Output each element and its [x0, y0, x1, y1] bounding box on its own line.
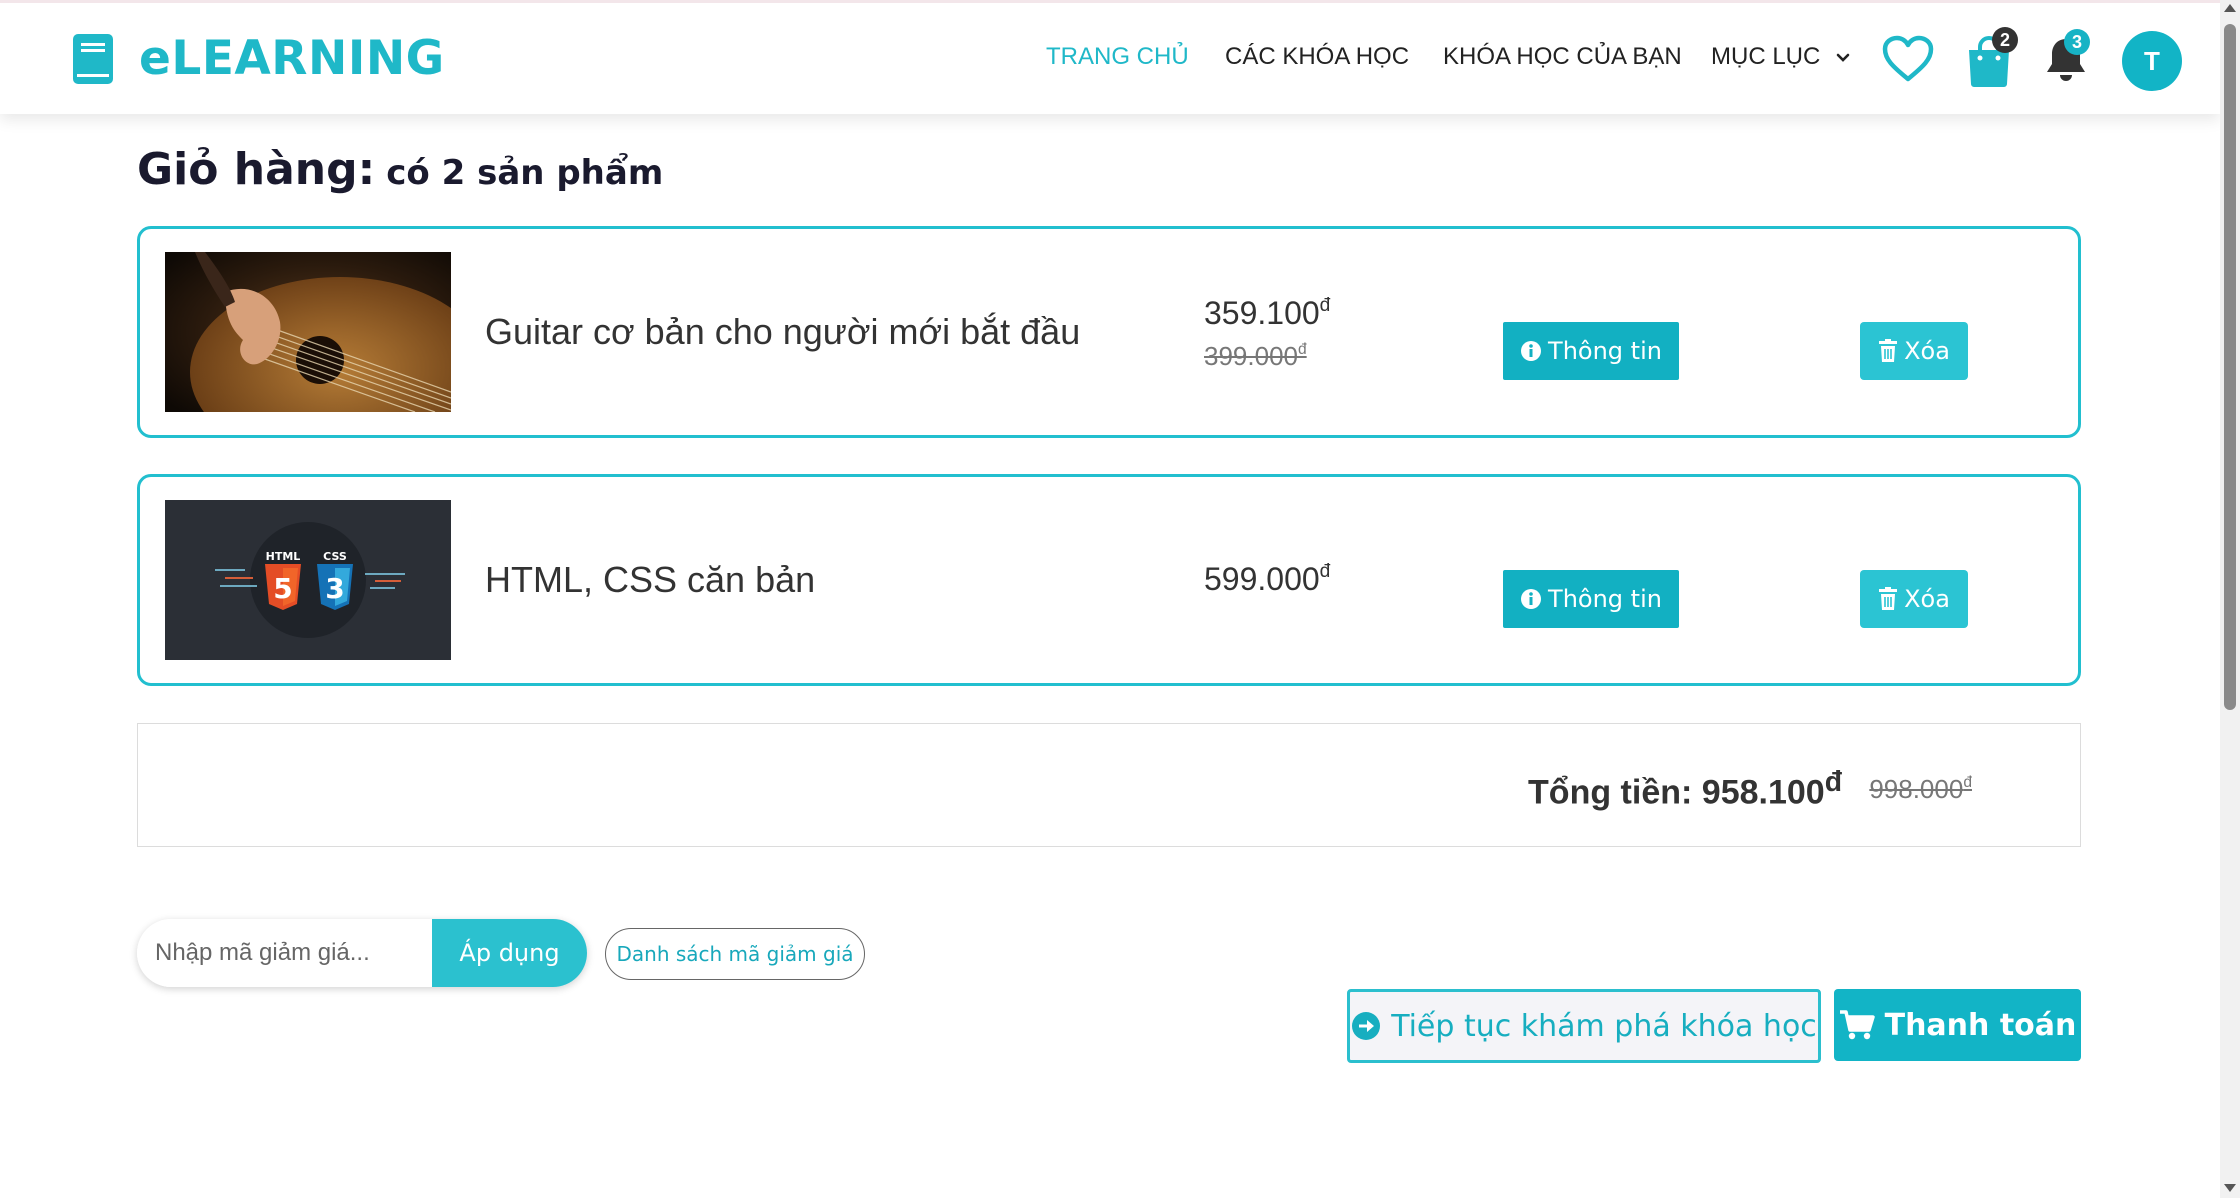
cart-title: Giỏ hàng:: [137, 144, 376, 195]
course-price: 599.000đ: [1204, 561, 1330, 598]
scroll-down-arrow[interactable]: [2224, 1184, 2236, 1192]
html5-digit: 5: [273, 572, 292, 605]
checkout-button[interactable]: Thanh toán: [1834, 989, 2081, 1061]
notification-button[interactable]: 3: [2044, 29, 2094, 85]
guitar-thumbnail: [165, 252, 451, 412]
course-old-price: 399.000đ: [1204, 341, 1307, 372]
currency-symbol: đ: [1319, 561, 1331, 582]
cart-count-badge: 2: [1992, 27, 2018, 53]
nav-courses[interactable]: CÁC KHÓA HỌC: [1225, 43, 1409, 71]
scrollbar[interactable]: [2220, 0, 2240, 1198]
cart-total-box: Tổng tiền: 958.100đ 998.000đ: [137, 723, 2081, 847]
old-price-value: 399.000: [1204, 341, 1298, 371]
continue-shopping-button[interactable]: Tiếp tục khám phá khóa học: [1347, 989, 1821, 1063]
cart-button[interactable]: 2: [1966, 27, 2018, 87]
course-name[interactable]: Guitar cơ bản cho người mới bắt đầu: [485, 311, 1080, 353]
info-icon: [1521, 589, 1542, 609]
delete-button-label: Xóa: [1904, 337, 1950, 365]
price-value: 359.100: [1204, 295, 1320, 331]
nav-menu-dropdown[interactable]: MỤC LỤC: [1711, 43, 1851, 71]
nav-home[interactable]: TRANG CHỦ: [1046, 43, 1189, 71]
info-button[interactable]: Thông tin: [1503, 322, 1679, 380]
html-css-thumbnail: HTML CSS 5 3: [165, 500, 451, 660]
currency-symbol: đ: [1963, 774, 1972, 791]
nav-menu-label: MỤC LỤC: [1711, 43, 1821, 70]
cart-item: HTML CSS 5 3 HTML, CSS căn bản 599.000đ …: [137, 474, 2081, 686]
delete-button[interactable]: Xóa: [1860, 322, 1968, 380]
coupon-input[interactable]: [137, 919, 432, 987]
cart-total-old: 998.000đ: [1869, 774, 1972, 805]
arrow-circle-right-icon: [1352, 1012, 1381, 1040]
css3-digit: 3: [325, 572, 344, 605]
currency-symbol: đ: [1824, 766, 1842, 798]
html-label: HTML: [266, 550, 301, 563]
total-value: 958.100: [1701, 773, 1825, 812]
css-label: CSS: [323, 550, 347, 563]
trash-icon: [1879, 339, 1898, 362]
cart-item-count: có 2 sản phẩm: [386, 153, 664, 193]
price-value: 599.000: [1204, 561, 1320, 597]
trash-icon: [1879, 587, 1898, 610]
cart-item: Guitar cơ bản cho người mới bắt đầu 359.…: [137, 226, 2081, 438]
scroll-thumb[interactable]: [2224, 24, 2236, 710]
delete-button[interactable]: Xóa: [1860, 570, 1968, 628]
cart-total: Tổng tiền: 958.100đ: [1528, 766, 1842, 812]
info-button-label: Thông tin: [1548, 337, 1662, 365]
logo-text: eLEARNING: [139, 31, 445, 86]
coupon-list-button[interactable]: Danh sách mã giảm giá: [605, 928, 865, 980]
apply-coupon-button[interactable]: Áp dụng: [432, 919, 587, 987]
delete-button-label: Xóa: [1904, 585, 1950, 613]
info-icon: [1521, 341, 1542, 361]
info-button[interactable]: Thông tin: [1503, 570, 1679, 628]
scroll-up-arrow[interactable]: [2224, 4, 2236, 12]
total-label: Tổng tiền:: [1528, 773, 1693, 812]
chevron-down-icon: [1836, 53, 1850, 62]
continue-label: Tiếp tục khám phá khóa học: [1391, 1008, 1817, 1044]
currency-symbol: đ: [1297, 341, 1307, 358]
heart-icon[interactable]: [1882, 35, 1934, 83]
book-icon: [73, 33, 113, 84]
checkout-label: Thanh toán: [1884, 1007, 2077, 1043]
info-button-label: Thông tin: [1548, 585, 1662, 613]
logo[interactable]: eLEARNING: [71, 31, 445, 86]
notification-count-badge: 3: [2064, 29, 2090, 55]
total-old-value: 998.000: [1869, 774, 1964, 804]
coupon-group: Áp dụng: [137, 919, 587, 987]
avatar[interactable]: T: [2122, 31, 2182, 91]
page-title: Giỏ hàng: có 2 sản phẩm: [137, 144, 663, 195]
course-price: 359.100đ: [1204, 295, 1330, 332]
course-name[interactable]: HTML, CSS căn bản: [485, 559, 815, 601]
shopping-cart-icon: [1839, 1010, 1875, 1040]
top-navbar: eLEARNING TRANG CHỦ CÁC KHÓA HỌC KHÓA HỌ…: [0, 0, 2220, 114]
currency-symbol: đ: [1319, 295, 1331, 316]
nav-my-courses[interactable]: KHÓA HỌC CỦA BẠN: [1443, 43, 1682, 71]
